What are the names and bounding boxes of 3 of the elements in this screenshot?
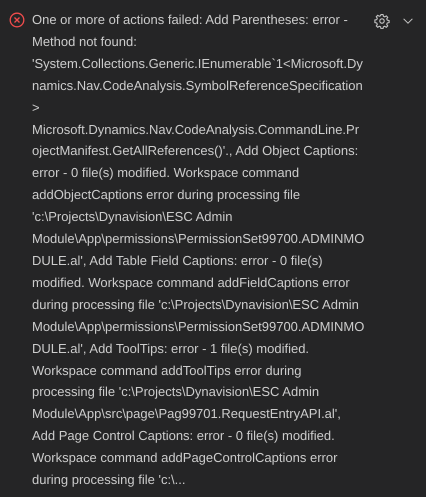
error-icon [9, 12, 25, 28]
settings-icon[interactable] [372, 11, 392, 31]
notification-message: One or more of actions failed: Add Parentheses: error - Method not found: 'System.Collections.Generic.IEnumerable`1<Microsoft.Dynamics.Nav.CodeAnalysis.SymbolReferenceSpecification> Microsoft.Dynamics.Nav.CodeAnalysis.CommandLine.ProjectManifest.GetAllReferences()'., Add Object Captions: error - 0 file(s) modified. Workspace command addObjectCaptions error during processing file 'c:\Projects\Dynavision\ESC Admin Module\App\permissions\PermissionSet99700.ADMINMODULE.al', Add Table Field Captions: error - 0 file(s) modified. Workspace command addFieldCaptions error during processing file 'c:\Projects\Dynavision\ESC Admin Module\App\permissions\PermissionSet99700.ADMINMODULE.al', Add ToolTips: error - 1 file(s) modified. Workspace command addToolTips error during processing file 'c:\Projects\Dynavision\ESC Admin Module\App\src\page\Pag99701.RequestEntryAPI.al', Add Page Control Captions: error - 0 file(s) modified. Workspace command addPageControlCaptions error during processing file 'c:\... [32, 11, 365, 490]
